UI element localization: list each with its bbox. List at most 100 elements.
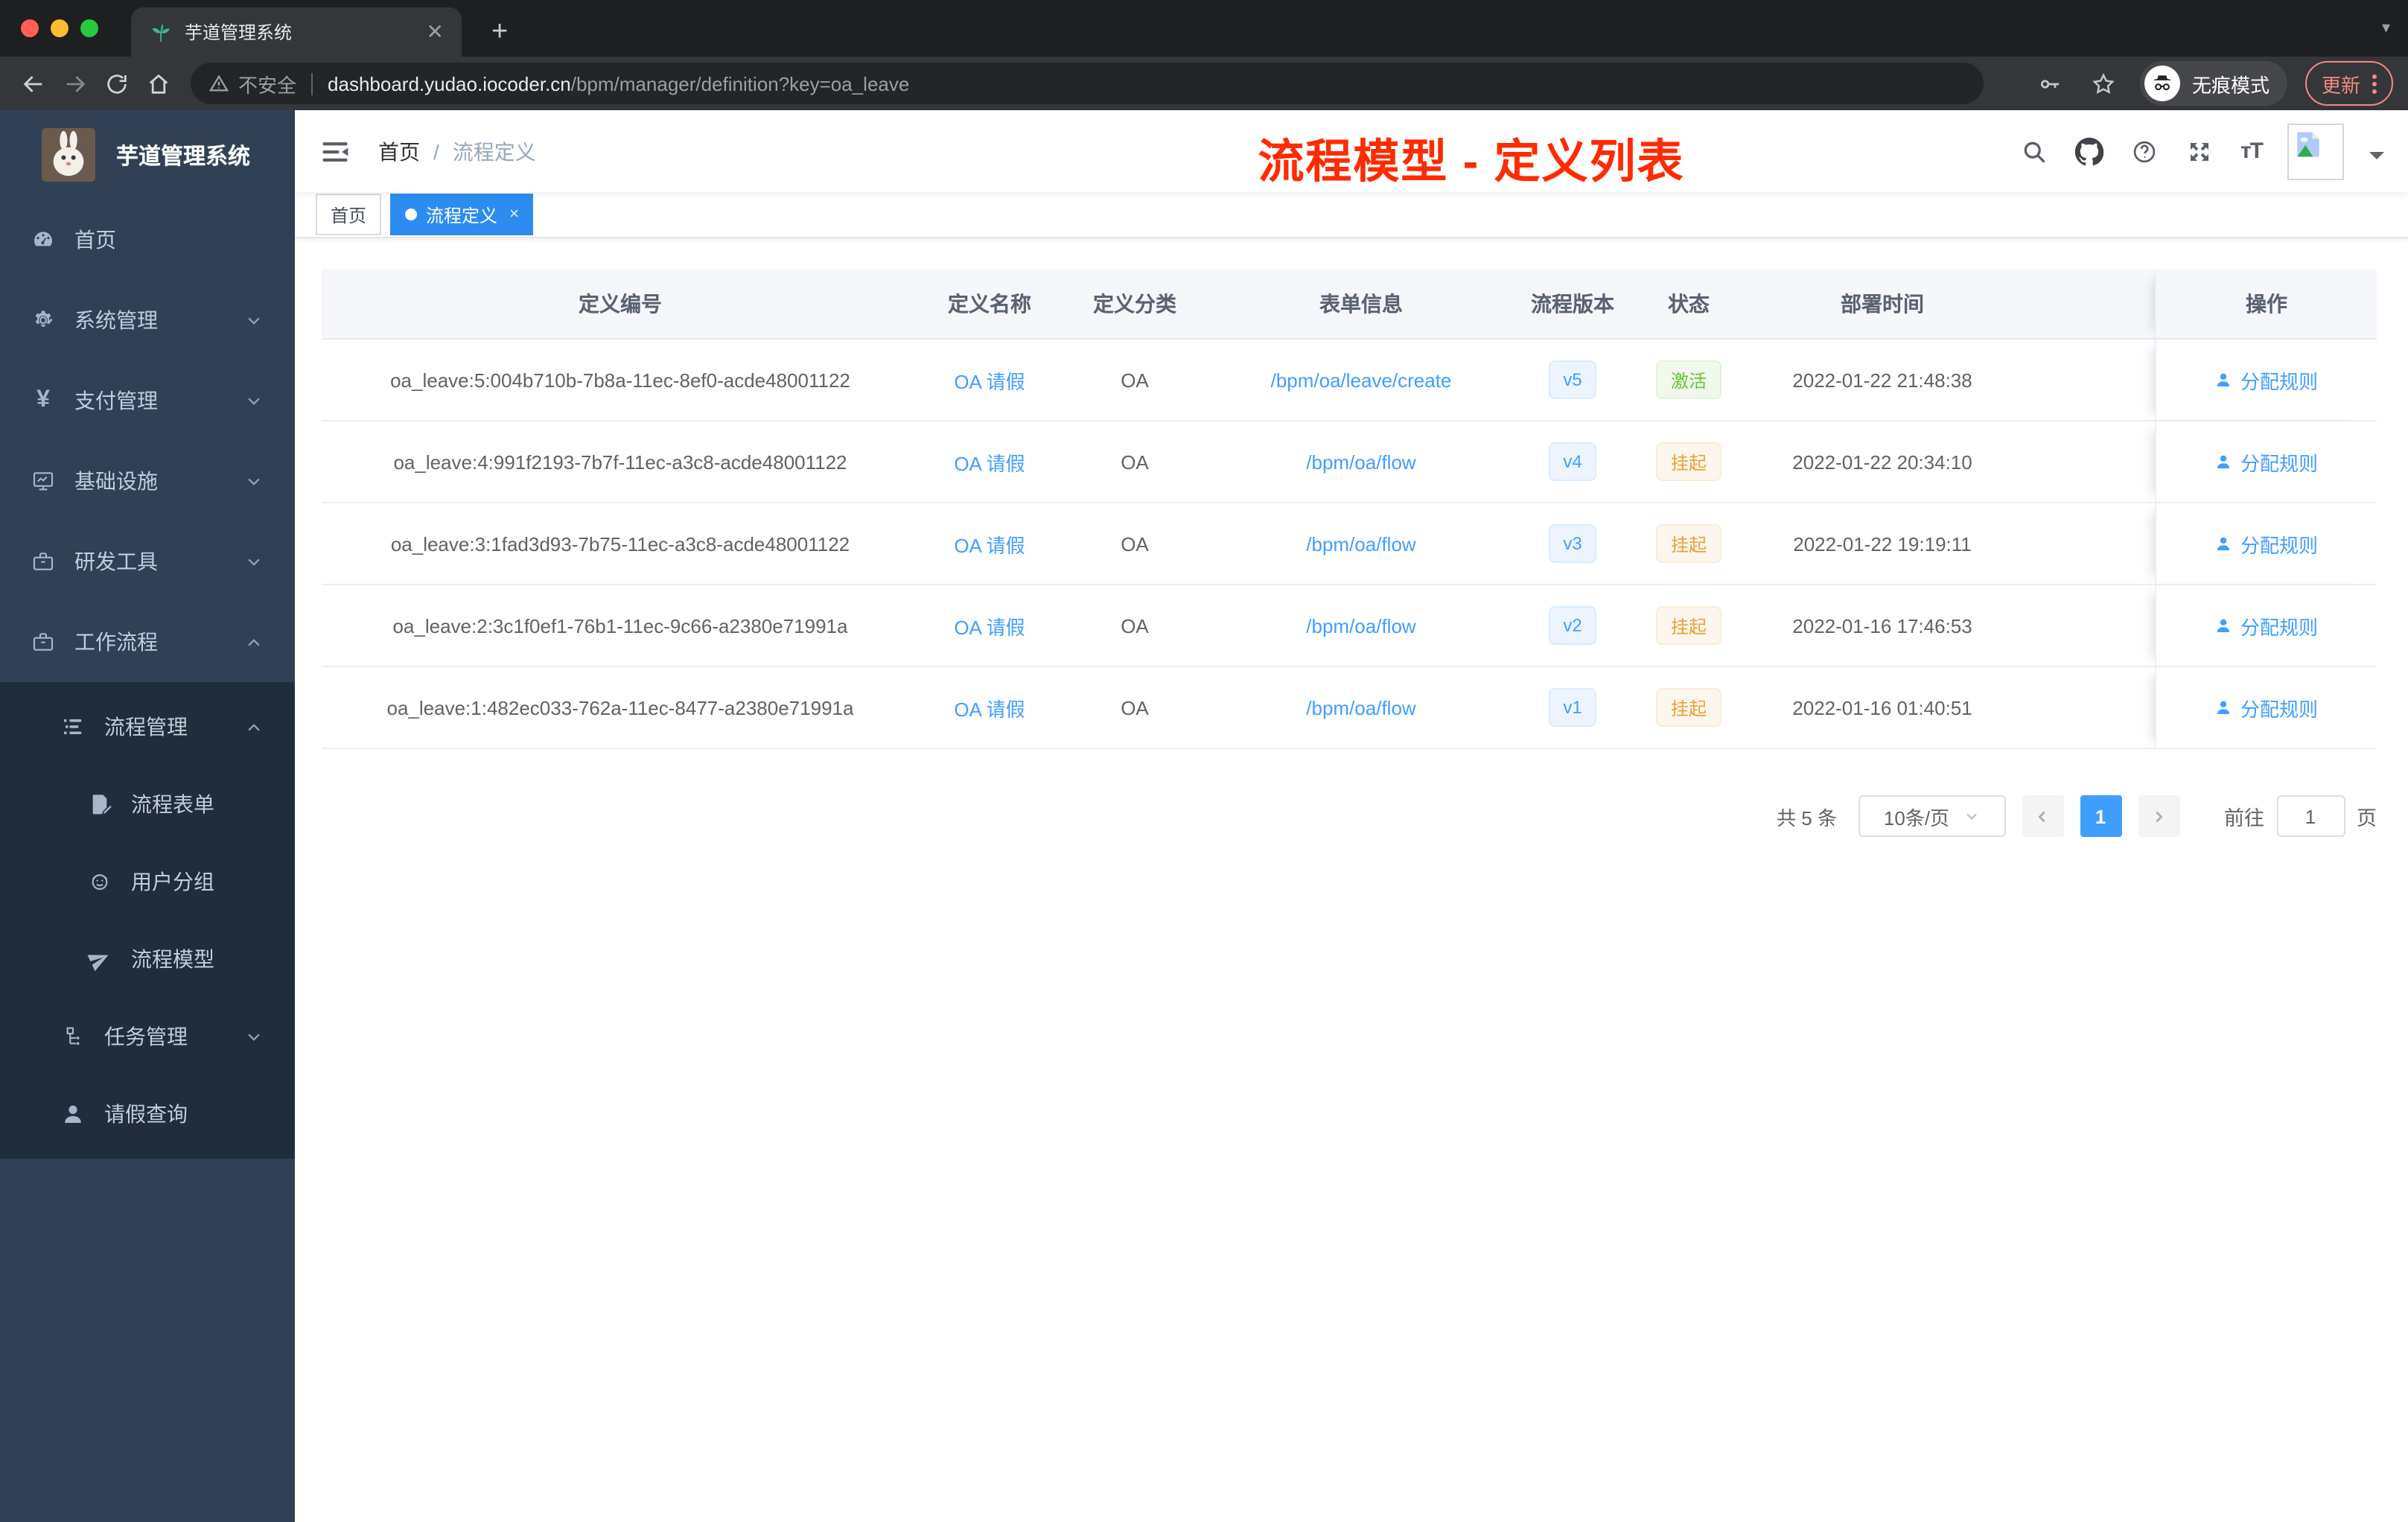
- browser-tab[interactable]: 芋道管理系统 ✕: [131, 7, 462, 57]
- update-label[interactable]: 更新: [2322, 69, 2360, 98]
- new-tab-button[interactable]: +: [482, 7, 517, 57]
- back-icon[interactable]: [15, 66, 51, 101]
- pagination: 共 5 条 10条/页 1 前往 页: [322, 795, 2377, 837]
- definition-name-link[interactable]: OA 请假: [954, 448, 1025, 476]
- assign-rule-link[interactable]: 分配规则: [2215, 448, 2318, 476]
- assign-rule-link[interactable]: 分配规则: [2215, 529, 2318, 558]
- maximize-window-button[interactable]: [80, 19, 98, 37]
- collapse-sidebar-icon[interactable]: [319, 135, 351, 168]
- sidebar-item-label: 首页: [74, 228, 116, 252]
- logo-block[interactable]: 芋道管理系统: [0, 110, 295, 200]
- form-info-link[interactable]: /bpm/oa/leave/create: [1271, 369, 1452, 391]
- window-controls: [21, 19, 98, 37]
- browser-menu-icon[interactable]: [2372, 74, 2377, 93]
- sidebar-item-user-group[interactable]: 用户分组: [0, 843, 295, 920]
- sidebar-item-system[interactable]: 系统管理: [0, 280, 295, 360]
- user-avatar[interactable]: [2287, 123, 2344, 179]
- assign-rule-link[interactable]: 分配规则: [2215, 611, 2318, 640]
- not-secure-warning-icon[interactable]: [208, 73, 229, 94]
- pagination-total: 共 5 条: [1777, 806, 1837, 829]
- deploy-time-cell: 2022-01-22 20:34:10: [1745, 421, 2019, 503]
- chevron-down-icon: [246, 1028, 262, 1045]
- sidebar-item-workflow[interactable]: 工作流程: [0, 602, 295, 682]
- logo-avatar: [42, 128, 95, 182]
- status-badge: 挂起: [1655, 606, 1721, 645]
- reload-icon[interactable]: [98, 66, 134, 101]
- sidebar-item-process-mgmt[interactable]: 流程管理: [0, 688, 295, 765]
- password-key-icon[interactable]: [2033, 66, 2068, 101]
- deploy-time-cell: 2022-01-22 21:48:38: [1745, 340, 2019, 421]
- site-favicon-icon: [149, 20, 173, 44]
- sidebar-item-dev-tools[interactable]: 研发工具: [0, 521, 295, 602]
- form-info-link[interactable]: /bpm/oa/flow: [1306, 450, 1415, 473]
- sidebar-item-label: 流程模型: [131, 947, 214, 971]
- sidebar-item-label: 用户分组: [131, 870, 214, 894]
- status-badge: 挂起: [1655, 524, 1721, 563]
- sidebar-item-leave-query[interactable]: 请假查询: [0, 1075, 295, 1153]
- tags-view-bar: 首页 流程定义 ×: [295, 192, 2408, 238]
- font-size-icon[interactable]: ᴛT: [2240, 138, 2264, 164]
- breadcrumb-home[interactable]: 首页: [378, 136, 420, 166]
- url-text[interactable]: dashboard.yudao.iocoder.cn/bpm/manager/d…: [328, 72, 909, 95]
- close-window-button[interactable]: [21, 19, 39, 37]
- tag-close-icon[interactable]: ×: [506, 206, 519, 223]
- tab-close-icon[interactable]: ✕: [421, 19, 450, 45]
- definition-name-link[interactable]: OA 请假: [954, 366, 1025, 394]
- deploy-time-cell: 2022-01-16 17:46:53: [1745, 585, 2019, 667]
- tab-search-chevron-icon[interactable]: ▾: [2382, 18, 2390, 37]
- table-row: oa_leave:5:004b710b-7b8a-11ec-8ef0-acde4…: [322, 340, 2377, 421]
- form-info-link[interactable]: /bpm/oa/flow: [1306, 614, 1415, 637]
- breadcrumb-current: 流程定义: [452, 139, 536, 163]
- chevron-up-icon: [246, 719, 262, 735]
- definition-name-link[interactable]: OA 请假: [954, 693, 1025, 722]
- form-info-link[interactable]: /bpm/oa/flow: [1306, 696, 1415, 719]
- yen-icon: ¥: [36, 387, 50, 413]
- gear-icon: [30, 307, 57, 334]
- col-process-version: 流程版本: [1513, 270, 1632, 340]
- goto-page-group: 前往 页: [2224, 795, 2377, 837]
- chevron-up-icon: [246, 634, 262, 650]
- current-page-button[interactable]: 1: [2080, 795, 2121, 837]
- list-tree-icon: [60, 713, 86, 740]
- form-info-link[interactable]: /bpm/oa/flow: [1306, 532, 1415, 555]
- help-icon[interactable]: [2130, 136, 2160, 166]
- sidebar-item-process-model[interactable]: 流程模型: [0, 920, 295, 998]
- tag-process-definition[interactable]: 流程定义 ×: [390, 194, 534, 235]
- search-icon[interactable]: [2020, 136, 2050, 166]
- assign-rule-link[interactable]: 分配规则: [2215, 366, 2318, 394]
- github-icon[interactable]: [2075, 136, 2105, 166]
- prev-page-button[interactable]: [2022, 795, 2063, 837]
- definition-name-link[interactable]: OA 请假: [954, 611, 1025, 640]
- table-body: oa_leave:5:004b710b-7b8a-11ec-8ef0-acde4…: [322, 340, 2377, 749]
- home-icon[interactable]: [140, 66, 176, 101]
- definition-category-cell: OA: [1060, 667, 1209, 749]
- sidebar-item-task-mgmt[interactable]: 任务管理: [0, 998, 295, 1075]
- status-badge: 激活: [1655, 360, 1721, 399]
- sidebar-item-label: 流程管理: [104, 715, 188, 739]
- page-size-select[interactable]: 10条/页: [1858, 795, 2005, 837]
- workflow-submenu: 流程管理流程表单用户分组流程模型任务管理 请假查询: [0, 682, 295, 1159]
- minimize-window-button[interactable]: [51, 19, 69, 37]
- sidebar-item-infrastructure[interactable]: 基础设施: [0, 441, 295, 521]
- chevron-down-icon: [246, 312, 262, 328]
- not-secure-label[interactable]: 不安全: [238, 69, 296, 98]
- browser-update-button[interactable]: 更新: [2305, 61, 2393, 106]
- bookmark-star-icon[interactable]: [2086, 66, 2122, 101]
- assign-rule-link[interactable]: 分配规则: [2215, 693, 2318, 722]
- form-icon: [86, 791, 113, 818]
- fullscreen-icon[interactable]: [2185, 136, 2215, 166]
- chevron-right-icon: [2156, 810, 2163, 822]
- avatar-caret-icon[interactable]: [2369, 151, 2384, 166]
- definition-name-link[interactable]: OA 请假: [954, 529, 1025, 558]
- next-page-button[interactable]: [2138, 795, 2179, 837]
- forward-icon[interactable]: [57, 66, 92, 101]
- tag-home[interactable]: 首页: [316, 194, 382, 235]
- sidebar-item-payment[interactable]: ¥ 支付管理: [0, 360, 295, 441]
- definition-table: 定义编号 定义名称 定义分类 表单信息 流程版本 状态 部署时间 操作 oa_l…: [322, 270, 2377, 749]
- sidebar-item-home[interactable]: 首页: [0, 200, 295, 280]
- breadcrumb: 首页 / 流程定义: [378, 136, 536, 166]
- address-bar[interactable]: 不安全 dashboard.yudao.iocoder.cn/bpm/manag…: [191, 63, 1984, 104]
- sidebar-item-process-form[interactable]: 流程表单: [0, 765, 295, 843]
- tab-title: 芋道管理系统: [185, 22, 293, 43]
- goto-page-input[interactable]: [2276, 795, 2345, 837]
